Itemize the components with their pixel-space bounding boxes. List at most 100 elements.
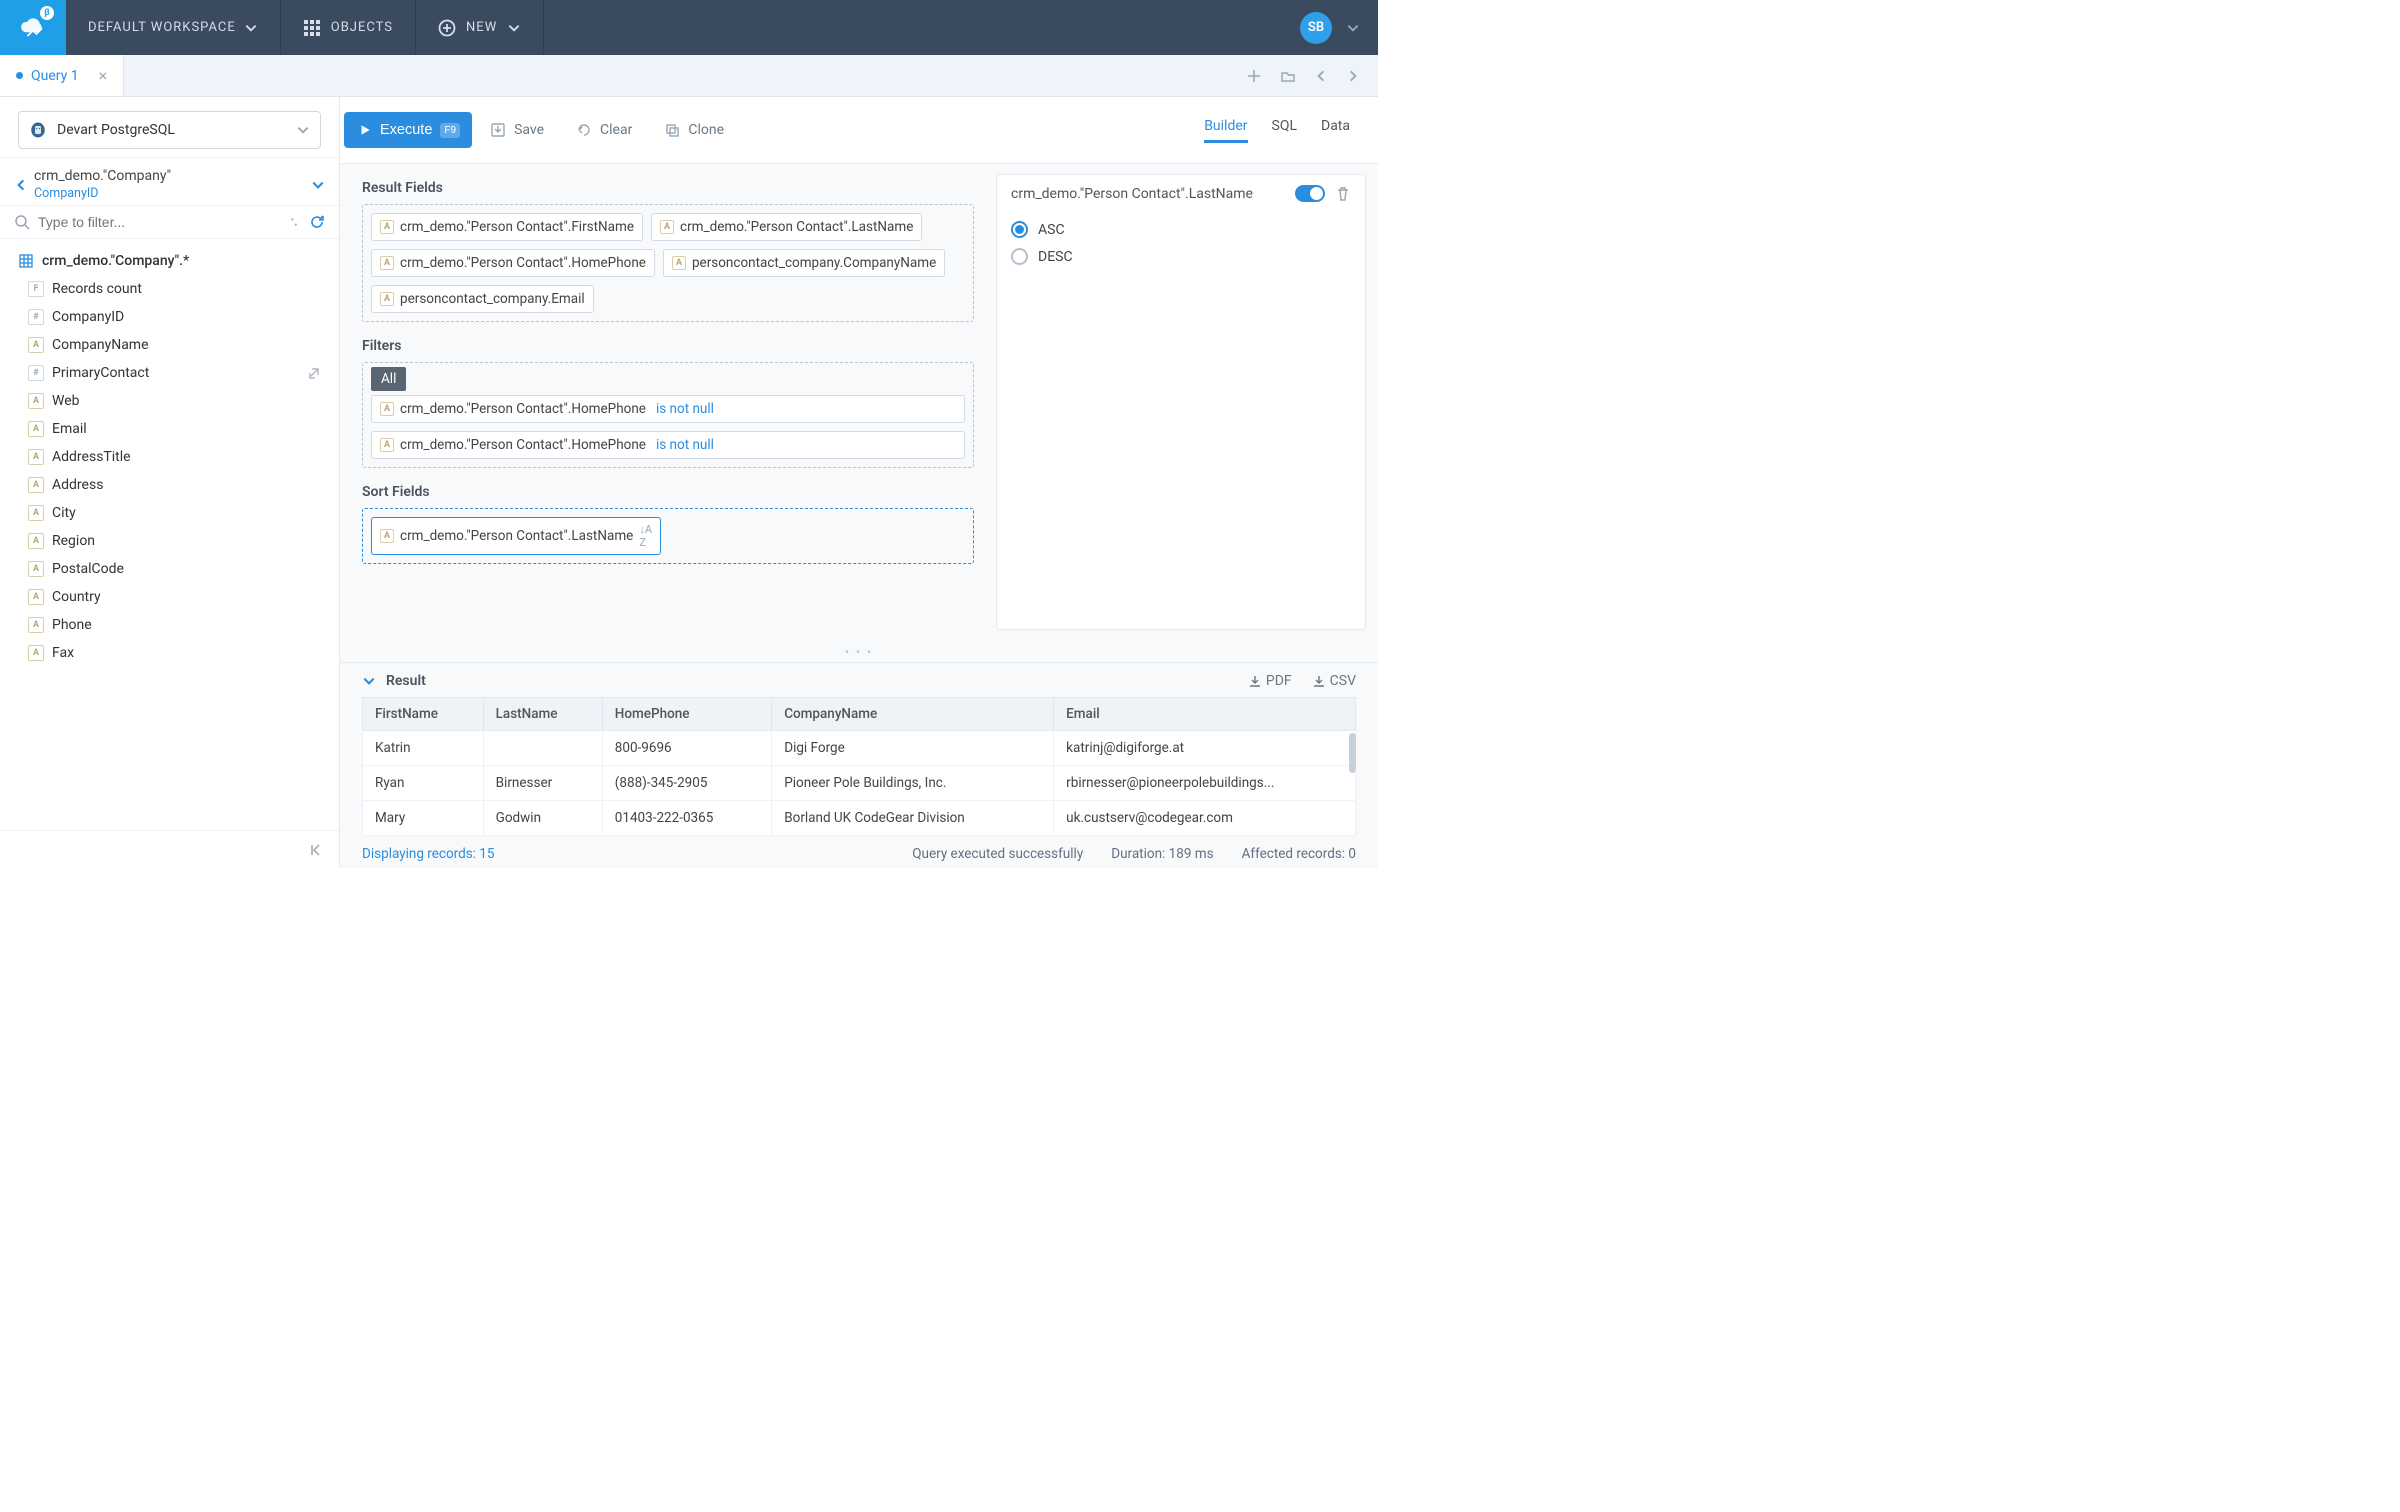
save-button[interactable]: Save [476,112,558,148]
tree-item-label: Address [52,477,103,493]
breadcrumb-sub[interactable]: CompanyID [34,186,305,201]
mode-builder[interactable]: Builder [1204,118,1247,143]
sort-field-chip[interactable]: Acrm_demo."Person Contact".LastName↓AZ [371,517,661,555]
connection-select[interactable]: Devart PostgreSQL [18,111,321,149]
sort-enabled-toggle[interactable] [1295,185,1325,202]
tree-item[interactable]: AAddressTitle [0,443,339,471]
clone-label: Clone [688,122,724,138]
table-row[interactable]: RyanBirnesser(888)-345-2905Pioneer Pole … [363,766,1356,801]
result-panel: Result PDF CSV FirstNameLastNameHomePhon… [340,662,1378,868]
sort-field-name: crm_demo."Person Contact".LastName [1011,186,1253,202]
export-csv-button[interactable]: CSV [1312,673,1356,689]
sort-az-icon: ↓AZ [639,523,652,549]
tree-item[interactable]: APostalCode [0,555,339,583]
filter-operator: is not null [656,437,714,453]
table-cell: Digi Forge [772,731,1054,766]
collapse-sidebar-button[interactable] [309,842,325,858]
table-header[interactable]: Email [1054,698,1356,731]
tree-item-label: City [52,505,76,521]
breadcrumb-expand[interactable] [311,178,325,192]
next-tab-button[interactable] [1346,69,1360,83]
topbar: β DEFAULT WORKSPACE OBJECTS NEW SB [0,0,1378,55]
tab-close-button[interactable]: × [99,66,108,85]
workspace-dropdown[interactable]: DEFAULT WORKSPACE [66,0,281,55]
tree-item[interactable]: ACity [0,499,339,527]
tree-item-label: Email [52,421,87,437]
mode-sql[interactable]: SQL [1272,118,1297,143]
clone-button[interactable]: Clone [650,112,738,148]
collapse-result-button[interactable] [362,674,376,688]
tree-item[interactable]: #CompanyID [0,303,339,331]
app-logo[interactable]: β [0,0,66,55]
filter-input[interactable] [38,214,279,230]
type-badge-icon: A [28,337,44,353]
new-dropdown[interactable]: NEW [416,0,544,55]
table-header[interactable]: HomePhone [602,698,771,731]
tree-item[interactable]: ARegion [0,527,339,555]
plus-circle-icon [438,19,456,37]
export-pdf-button[interactable]: PDF [1248,673,1292,689]
table-header[interactable]: LastName [483,698,602,731]
result-fields-dropzone[interactable]: Acrm_demo."Person Contact".FirstName Acrm… [362,204,974,322]
toolbar: Execute F9 Save Clear Clone Builder [340,97,1378,163]
objects-button[interactable]: OBJECTS [281,0,416,55]
result-field-chip[interactable]: Apersoncontact_company.CompanyName [663,249,945,277]
sort-desc-radio[interactable]: DESC [1011,243,1351,270]
tree-item[interactable]: #PrimaryContact [0,359,339,387]
tree-item[interactable]: ACountry [0,583,339,611]
result-field-chip[interactable]: Acrm_demo."Person Contact".HomePhone [371,249,655,277]
execute-button[interactable]: Execute F9 [344,112,472,148]
tree-item[interactable]: FRecords count [0,275,339,303]
scrollbar[interactable] [1349,733,1356,773]
result-field-chip[interactable]: Acrm_demo."Person Contact".LastName [651,213,922,241]
tree-item-label: PostalCode [52,561,124,577]
tree-item[interactable]: AWeb [0,387,339,415]
tree-item[interactable]: AAddress [0,471,339,499]
tree-item[interactable]: AFax [0,639,339,667]
tree-item[interactable]: AEmail [0,415,339,443]
sort-asc-radio[interactable]: ASC [1011,216,1351,243]
filter-chip[interactable]: Acrm_demo."Person Contact".HomePhoneis n… [371,431,965,459]
tree-item-label: AddressTitle [52,449,131,465]
tree-root[interactable]: crm_demo."Company".* [0,247,339,275]
user-menu[interactable]: SB [1300,12,1378,44]
table-row[interactable]: MaryGodwin01403-222-0365Borland UK CodeG… [363,801,1356,836]
external-link-icon[interactable] [307,366,321,380]
tab-query[interactable]: Query 1 × [0,55,124,96]
result-field-chip[interactable]: Acrm_demo."Person Contact".FirstName [371,213,643,241]
refresh-button[interactable] [309,214,325,230]
type-badge-icon: A [28,617,44,633]
tree-item[interactable]: ACompanyName [0,331,339,359]
sort-fields-dropzone[interactable]: Acrm_demo."Person Contact".LastName↓AZ [362,508,974,564]
result-field-chip[interactable]: Apersoncontact_company.Email [371,285,594,313]
prev-tab-button[interactable] [1314,69,1328,83]
table-cell: uk.custserv@codegear.com [1054,801,1356,836]
beta-badge: β [40,6,54,20]
objects-label: OBJECTS [331,20,393,35]
status-duration: Duration: 189 ms [1111,846,1213,862]
type-badge-icon: # [28,365,44,381]
resize-handle[interactable]: • • • [340,642,1378,662]
field-tree: crm_demo."Company".*FRecords count#Compa… [0,239,339,830]
clear-button[interactable]: Clear [562,112,646,148]
filter-mode-all[interactable]: All [371,367,406,391]
table-cell: katrinj@digiforge.at [1054,731,1356,766]
breadcrumb-back[interactable] [14,178,28,192]
sort-toggle[interactable] [287,215,301,229]
save-label: Save [514,122,544,138]
table-cell: Katrin [363,731,484,766]
open-tab-button[interactable] [1280,68,1296,84]
tree-item[interactable]: APhone [0,611,339,639]
type-a-icon: A [380,438,394,452]
table-header[interactable]: FirstName [363,698,484,731]
sidebar: Devart PostgreSQL crm_demo."Company" Com… [0,97,340,868]
table-cell: Mary [363,801,484,836]
table-header[interactable]: CompanyName [772,698,1054,731]
table-row[interactable]: Katrin800-9696Digi Forgekatrinj@digiforg… [363,731,1356,766]
new-tab-button[interactable] [1246,68,1262,84]
workspace-label: DEFAULT WORKSPACE [88,20,236,35]
delete-sort-button[interactable] [1335,186,1351,202]
mode-data[interactable]: Data [1321,118,1350,143]
filter-chip[interactable]: Acrm_demo."Person Contact".HomePhoneis n… [371,395,965,423]
filters-dropzone[interactable]: All Acrm_demo."Person Contact".HomePhone… [362,362,974,468]
